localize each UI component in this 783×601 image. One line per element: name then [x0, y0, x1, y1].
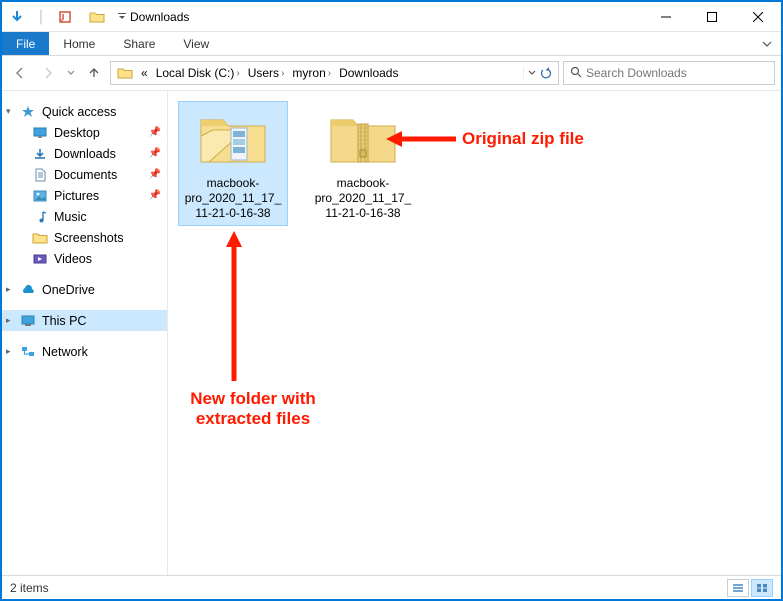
- annotation-arrow-down: [224, 231, 244, 381]
- sidebar-item-label: Desktop: [54, 126, 100, 140]
- pin-icon: 📌: [149, 148, 161, 159]
- qat-down-arrow-icon[interactable]: [6, 6, 28, 28]
- folder-icon: [32, 230, 48, 246]
- status-bar: 2 items: [2, 575, 781, 599]
- navigation-pane: ▾ Quick access Desktop 📌 Downloads 📌 Doc: [2, 91, 168, 575]
- breadcrumb-segment[interactable]: Downloads: [335, 66, 402, 80]
- caret-right-icon: ▸: [6, 315, 11, 326]
- network-icon: [20, 344, 36, 360]
- minimize-button[interactable]: [643, 2, 689, 32]
- quick-access-toolbar: |: [2, 6, 128, 28]
- sidebar-item-label: Documents: [54, 168, 117, 182]
- view-large-icons-button[interactable]: [751, 579, 773, 597]
- breadcrumb-overflow[interactable]: «: [137, 66, 152, 80]
- chevron-right-icon: ›: [281, 68, 284, 79]
- downloads-icon: [32, 146, 48, 162]
- file-tab[interactable]: File: [2, 32, 49, 55]
- window-title: Downloads: [130, 10, 189, 24]
- breadcrumb-label: Users: [248, 66, 279, 80]
- search-icon: [570, 66, 582, 81]
- sidebar-item-pictures[interactable]: Pictures 📌: [2, 185, 167, 206]
- caret-right-icon: ▸: [6, 284, 11, 295]
- close-button[interactable]: [735, 2, 781, 32]
- file-item-folder[interactable]: macbook-pro_2020_11_17_11-21-0-16-38: [178, 101, 288, 226]
- pin-icon: 📌: [149, 169, 161, 180]
- folder-open-icon: [195, 106, 271, 170]
- breadcrumb-segment[interactable]: myron ›: [288, 66, 335, 80]
- qat-divider: |: [30, 6, 52, 28]
- sidebar-item-downloads[interactable]: Downloads 📌: [2, 143, 167, 164]
- sidebar-item-desktop[interactable]: Desktop 📌: [2, 122, 167, 143]
- chevron-right-icon: ›: [236, 68, 239, 79]
- documents-icon: [32, 167, 48, 183]
- tab-view[interactable]: View: [169, 32, 223, 55]
- address-dropdown[interactable]: [523, 67, 556, 79]
- sidebar-item-documents[interactable]: Documents 📌: [2, 164, 167, 185]
- sidebar-item-videos[interactable]: Videos: [2, 248, 167, 269]
- sidebar-item-label: Videos: [54, 252, 92, 266]
- cloud-icon: [20, 282, 36, 298]
- qat-properties-icon[interactable]: [54, 6, 76, 28]
- file-item-label: macbook-pro_2020_11_17_11-21-0-16-38: [183, 176, 283, 221]
- sidebar-item-label: Downloads: [54, 147, 116, 161]
- sidebar-item-label: Screenshots: [54, 231, 123, 245]
- breadcrumb-folder-icon: [113, 66, 137, 80]
- qat-dropdown-icon[interactable]: [116, 6, 128, 28]
- music-icon: [32, 209, 48, 225]
- sidebar-item-label: Network: [42, 345, 88, 359]
- breadcrumb-segment[interactable]: Local Disk (C:) ›: [152, 66, 244, 80]
- caret-down-icon: ▾: [6, 106, 11, 117]
- forward-button[interactable]: [36, 61, 60, 85]
- breadcrumb-label: Local Disk (C:): [156, 66, 235, 80]
- ribbon-expand-icon[interactable]: [753, 32, 781, 55]
- maximize-button[interactable]: [689, 2, 735, 32]
- star-icon: [20, 104, 36, 120]
- search-placeholder: Search Downloads: [586, 66, 687, 80]
- sidebar-item-this-pc[interactable]: ▸ This PC: [2, 310, 167, 331]
- back-button[interactable]: [8, 61, 32, 85]
- sidebar-item-screenshots[interactable]: Screenshots: [2, 227, 167, 248]
- view-details-button[interactable]: [727, 579, 749, 597]
- caret-right-icon: ▸: [6, 346, 11, 357]
- search-input[interactable]: Search Downloads: [563, 61, 775, 85]
- folder-icon: [86, 6, 108, 28]
- tab-share[interactable]: Share: [109, 32, 169, 55]
- sidebar-item-label: OneDrive: [42, 283, 95, 297]
- refresh-icon: [540, 67, 552, 79]
- up-button[interactable]: [82, 61, 106, 85]
- breadcrumb-label: myron: [292, 66, 325, 80]
- pc-icon: [20, 313, 36, 329]
- ribbon-tabs: File Home Share View: [2, 32, 781, 56]
- file-item-zip[interactable]: macbook-pro_2020_11_17_11-21-0-16-38: [308, 101, 418, 226]
- chevron-right-icon: ›: [328, 68, 331, 79]
- title-bar: | Downloads: [2, 2, 781, 32]
- file-list-pane[interactable]: macbook-pro_2020_11_17_11-21-0-16-38: [168, 91, 781, 575]
- sidebar-item-label: Quick access: [42, 105, 116, 119]
- sidebar-item-label: Music: [54, 210, 87, 224]
- desktop-icon: [32, 125, 48, 141]
- navigation-row: « Local Disk (C:) › Users › myron › Down…: [2, 56, 781, 90]
- annotation-label-folder: New folder with extracted files: [168, 389, 338, 430]
- recent-dropdown-icon[interactable]: [64, 61, 78, 85]
- pin-icon: 📌: [149, 190, 161, 201]
- status-item-count: 2 items: [10, 581, 49, 595]
- pin-icon: 📌: [149, 127, 161, 138]
- sidebar-item-quick-access[interactable]: ▾ Quick access: [2, 101, 167, 122]
- videos-icon: [32, 251, 48, 267]
- annotation-text: New folder with extracted files: [190, 389, 316, 428]
- tab-home[interactable]: Home: [49, 32, 109, 55]
- sidebar-item-network[interactable]: ▸ Network: [2, 341, 167, 362]
- pictures-icon: [32, 188, 48, 204]
- breadcrumb-segment[interactable]: Users ›: [244, 66, 289, 80]
- sidebar-item-label: This PC: [42, 314, 86, 328]
- address-bar[interactable]: « Local Disk (C:) › Users › myron › Down…: [110, 61, 559, 85]
- file-item-label: macbook-pro_2020_11_17_11-21-0-16-38: [313, 176, 413, 221]
- zip-folder-icon: [325, 106, 401, 170]
- sidebar-item-onedrive[interactable]: ▸ OneDrive: [2, 279, 167, 300]
- breadcrumb-label: Downloads: [339, 66, 398, 80]
- sidebar-item-label: Pictures: [54, 189, 99, 203]
- sidebar-item-music[interactable]: Music: [2, 206, 167, 227]
